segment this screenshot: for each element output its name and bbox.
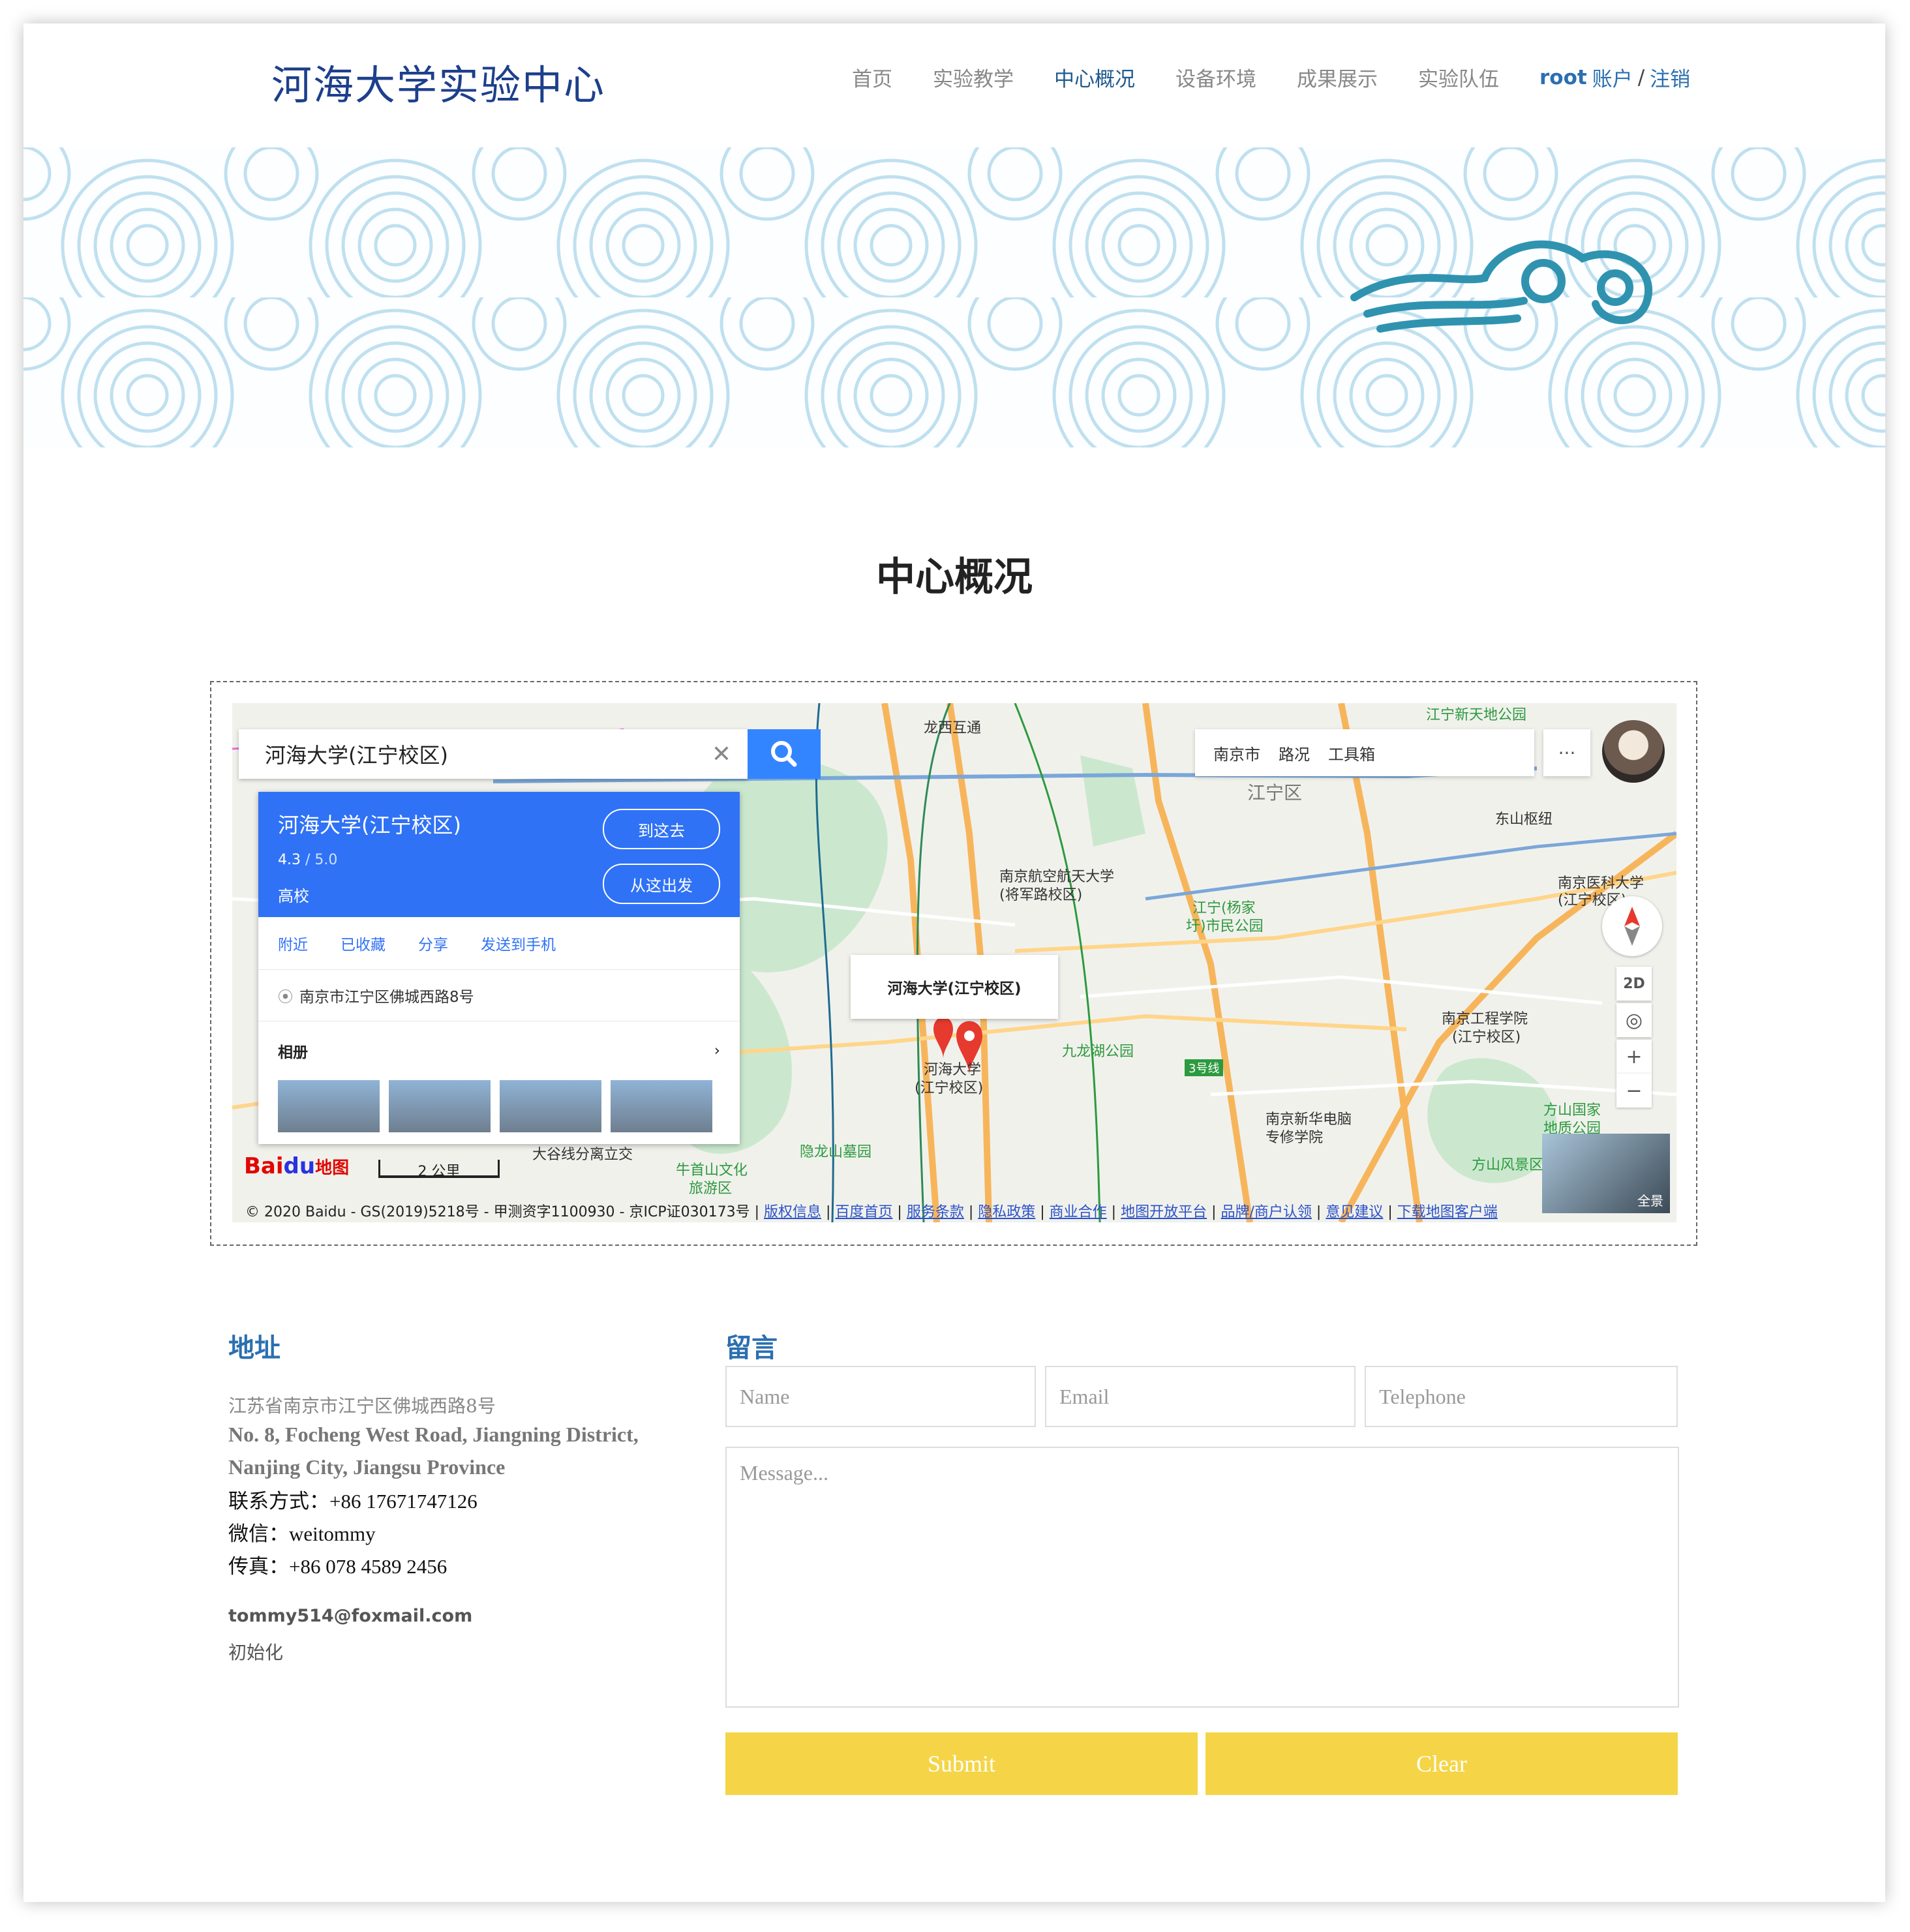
footer-link[interactable]: 意见建议 [1326, 1204, 1383, 1220]
wave-pattern [23, 147, 1885, 447]
contact-fax: 传真：+86 078 4589 2456 [228, 1555, 447, 1578]
nav-overview[interactable]: 中心概况 [1054, 63, 1135, 92]
album-photo[interactable] [500, 1080, 601, 1132]
wave-banner [23, 147, 1885, 447]
album-photo[interactable] [389, 1080, 491, 1132]
map-label: (江宁校区) [1452, 1029, 1521, 1046]
footer-link[interactable]: 服务条款 [907, 1204, 964, 1220]
footer-link[interactable]: 下载地图客户端 [1397, 1204, 1498, 1220]
map-label: 专修学院 [1266, 1130, 1324, 1146]
compass-icon[interactable] [1602, 896, 1662, 956]
nav-home[interactable]: 首页 [852, 63, 892, 92]
close-icon[interactable]: ✕ [695, 741, 748, 768]
map-label: 龙西互通 [924, 720, 982, 736]
page-frame: 河海大学实验中心 首页 实验教学 中心概况 设备环境 成果展示 实验队伍 roo… [23, 23, 1885, 1902]
panorama-thumbnail[interactable]: 全景 [1542, 1134, 1670, 1213]
nav-separator: / [1637, 65, 1645, 89]
zoom-out-button[interactable]: − [1616, 1074, 1652, 1108]
map-label: 江宁新天地公园 [1426, 707, 1527, 723]
map-label: 3号线 [1185, 1059, 1224, 1076]
marker-tooltip: 河海大学(江宁校区) [851, 955, 1058, 1019]
city-selector[interactable]: 南京市 [1213, 742, 1260, 764]
baidu-map[interactable]: 龙西互通 江宁区 东山枢纽 南京航空航天大学 (将军路校区) 江宁(杨家 圩)市… [232, 703, 1676, 1222]
clear-button[interactable]: Clear [1205, 1732, 1678, 1795]
account-user[interactable]: root [1539, 66, 1587, 89]
footer-link[interactable]: 版权信息 [764, 1204, 821, 1220]
nav-equipment[interactable]: 设备环境 [1175, 63, 1256, 92]
site-brand[interactable]: 河海大学实验中心 [271, 52, 605, 111]
2d-toggle-button[interactable]: 2D [1616, 967, 1652, 1001]
album-thumbnails [258, 1080, 740, 1132]
place-rating: 4.3 / 5.0 [278, 852, 338, 868]
place-name: 河海大学(江宁校区) [278, 813, 461, 838]
email-input[interactable]: Email [1045, 1366, 1356, 1427]
account-link[interactable]: 账户 [1592, 63, 1633, 92]
place-actions: 附近 已收藏 分享 发送到手机 [258, 917, 740, 970]
marker-label: (江宁校区) [915, 1080, 984, 1096]
chevron-right-icon: › [714, 1042, 720, 1059]
traffic-toggle[interactable]: 路况 [1279, 742, 1310, 764]
map-search-button[interactable] [748, 729, 821, 779]
contact-wechat: 微信：weitommy [228, 1522, 376, 1545]
nearby-button[interactable]: 附近 [278, 932, 308, 954]
map-search-input[interactable]: 河海大学(江宁校区) ✕ [239, 729, 748, 779]
map-label: 东山枢纽 [1495, 811, 1553, 828]
map-label: (将军路校区) [999, 887, 1083, 903]
zoom-in-button[interactable]: + [1616, 1040, 1652, 1074]
map-label: 方山风景区 [1472, 1157, 1544, 1173]
page-title: 中心概况 [876, 554, 1033, 600]
place-category: 高校 [278, 887, 309, 905]
message-icon[interactable]: ··· [1543, 729, 1590, 776]
map-copyright: © 2020 Baidu - GS(2019)5218号 - 甲测资字11009… [245, 1204, 1498, 1220]
map-label: 九龙湖公园 [1062, 1044, 1134, 1060]
locate-icon[interactable]: ◎ [1616, 1003, 1652, 1037]
footer-link[interactable]: 隐私政策 [978, 1204, 1035, 1220]
location-pin-icon: ⦿ [278, 989, 293, 1006]
footer-link[interactable]: 商业合作 [1050, 1204, 1107, 1220]
baidu-map-logo: Baidu地图 [244, 1153, 350, 1179]
contact-phone: 联系方式：+86 17671747126 [228, 1490, 478, 1513]
map-container: 龙西互通 江宁区 东山枢纽 南京航空航天大学 (将军路校区) 江宁(杨家 圩)市… [210, 681, 1697, 1246]
telephone-input[interactable]: Telephone [1365, 1366, 1678, 1427]
map-search-value: 河海大学(江宁校区) [265, 743, 448, 768]
nav-team[interactable]: 实验队伍 [1418, 63, 1499, 92]
map-label: 隐龙山墓园 [800, 1144, 872, 1160]
map-label: 大谷线分离立交 [532, 1147, 633, 1163]
from-here-button[interactable]: 从这出发 [603, 864, 720, 904]
nav-achievements[interactable]: 成果展示 [1297, 63, 1378, 92]
contact-email[interactable]: tommy514@foxmail.com [228, 1606, 472, 1626]
logout-link[interactable]: 注销 [1650, 63, 1690, 92]
place-card: 河海大学(江宁校区) 4.3 / 5.0 高校 到这去 从这出发 附近 已收藏 … [258, 792, 740, 1144]
main-nav: 首页 实验教学 中心概况 设备环境 成果展示 实验队伍 root 账户 / 注销 [852, 63, 1690, 92]
message-title: 留言 [725, 1333, 778, 1363]
map-label: 旅游区 [689, 1181, 733, 1197]
name-input[interactable]: Name [725, 1366, 1036, 1427]
send-to-phone-button[interactable]: 发送到手机 [481, 932, 556, 954]
address-title: 地址 [228, 1333, 280, 1363]
favorited-button[interactable]: 已收藏 [341, 932, 386, 954]
map-scale: 2 公里 [378, 1160, 500, 1180]
place-card-header: 河海大学(江宁校区) 4.3 / 5.0 高校 到这去 从这出发 [258, 792, 740, 917]
address-english: No. 8, Focheng West Road, Jiangning Dist… [228, 1423, 639, 1479]
album-photo[interactable] [611, 1080, 712, 1132]
search-icon [771, 741, 797, 767]
avatar[interactable] [1602, 720, 1665, 783]
address-chinese: 江苏省南京市江宁区佛城西路8号 [228, 1395, 496, 1417]
map-label: 圩)市民公园 [1186, 918, 1264, 935]
map-label: 江宁区 [1247, 782, 1303, 804]
footer-link[interactable]: 百度首页 [835, 1204, 892, 1220]
place-address: ⦿ 南京市江宁区佛城西路8号 [258, 970, 740, 1021]
nav-teaching[interactable]: 实验教学 [933, 63, 1014, 92]
toolbox-menu[interactable]: 工具箱 [1328, 742, 1375, 764]
footer-link[interactable]: 品牌/商户认领 [1221, 1204, 1312, 1220]
share-button[interactable]: 分享 [418, 932, 448, 954]
map-toolbar: 南京市 路况 工具箱 [1195, 729, 1534, 776]
init-link[interactable]: 初始化 [228, 1638, 283, 1665]
submit-button[interactable]: Submit [725, 1732, 1198, 1795]
album-row[interactable]: 相册 › [258, 1021, 740, 1080]
message-textarea[interactable]: Message... [725, 1447, 1679, 1708]
album-photo[interactable] [278, 1080, 380, 1132]
go-here-button[interactable]: 到这去 [603, 809, 720, 849]
footer-link[interactable]: 地图开放平台 [1121, 1204, 1207, 1220]
